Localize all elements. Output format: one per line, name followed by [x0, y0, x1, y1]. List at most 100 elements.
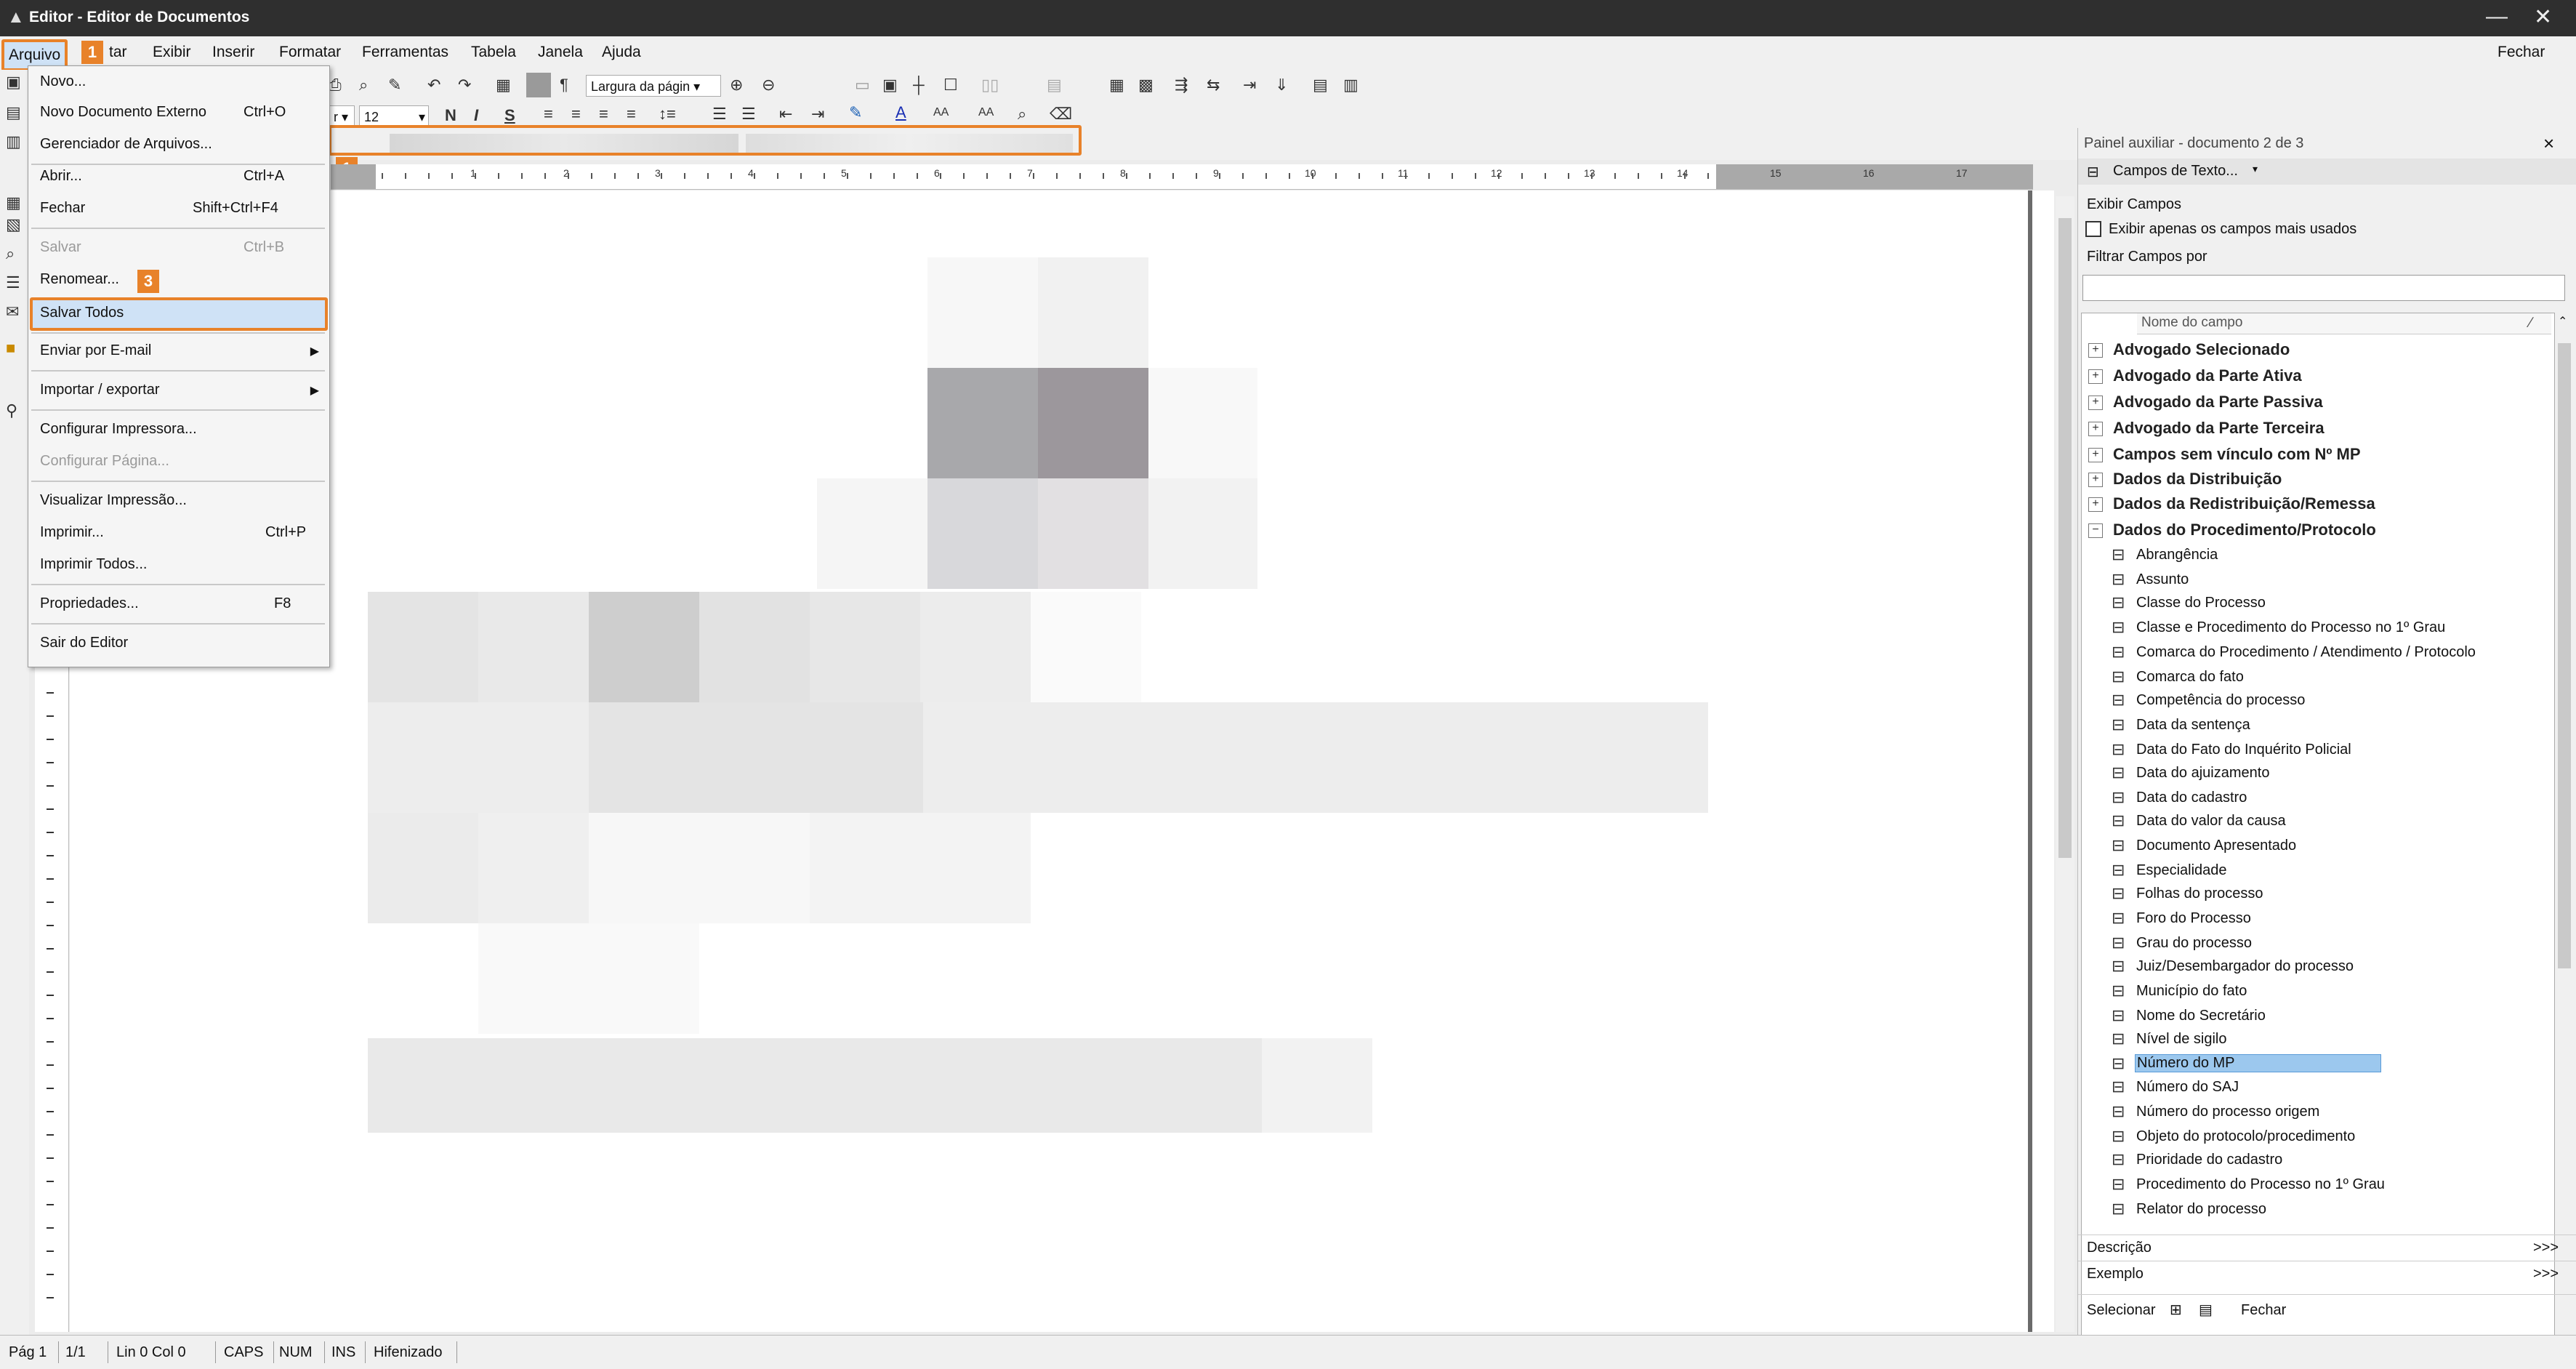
- menu-item-imprimir[interactable]: Imprimir...: [40, 524, 104, 541]
- most-used-checkbox[interactable]: [2085, 221, 2101, 237]
- tree-group[interactable]: Dados da Distribuição: [2113, 470, 2282, 489]
- table-props-icon[interactable]: ▤: [1313, 76, 1328, 95]
- expand-description-button[interactable]: >>>: [2533, 1240, 2559, 1256]
- field-item[interactable]: Comarca do fato: [2136, 669, 2244, 686]
- expand-icon[interactable]: +: [2088, 448, 2103, 462]
- field-item-selected[interactable]: Número do MP: [2135, 1054, 2381, 1072]
- save-icon[interactable]: ▧: [6, 215, 21, 234]
- clear-format-icon[interactable]: ⌫: [1050, 105, 1072, 124]
- tree-group[interactable]: Advogado da Parte Ativa: [2113, 366, 2302, 385]
- document-canvas[interactable]: [70, 190, 2054, 1332]
- align-right-icon[interactable]: ≡: [599, 105, 608, 124]
- sort-icon[interactable]: ∕: [2529, 315, 2532, 332]
- expand-icon[interactable]: +: [2088, 473, 2103, 487]
- import-icon[interactable]: ■: [6, 339, 15, 358]
- close-doc-icon[interactable]: ▦: [6, 193, 21, 212]
- align-center-icon[interactable]: ≡: [571, 105, 581, 124]
- field-item[interactable]: Prioridade do cadastro: [2136, 1152, 2282, 1168]
- indent-icon[interactable]: ⇥: [811, 105, 824, 124]
- field-item[interactable]: Competência do processo: [2136, 692, 2305, 709]
- tree-group[interactable]: Campos sem vínculo com Nº MP: [2113, 445, 2361, 464]
- highlight-color-icon[interactable]: ✎: [849, 103, 862, 122]
- format-painter-icon[interactable]: ✎: [388, 76, 401, 95]
- menu-item-gerenciador[interactable]: Gerenciador de Arquivos...: [40, 136, 212, 153]
- color-swatch-icon[interactable]: [526, 73, 551, 97]
- field-item[interactable]: Nome do Secretário: [2136, 1008, 2266, 1024]
- merge-cells-icon[interactable]: ▦: [1109, 76, 1124, 95]
- line-spacing-icon[interactable]: ↕≡: [659, 105, 676, 124]
- redo-icon[interactable]: ↷: [458, 76, 471, 95]
- field-item[interactable]: Assunto: [2136, 571, 2189, 588]
- zoom-in-icon[interactable]: ⊕: [730, 76, 743, 95]
- pilcrow-icon[interactable]: ¶: [560, 76, 568, 95]
- field-item[interactable]: Abrangência: [2136, 547, 2218, 563]
- horizontal-ruler[interactable]: 1 2 3 4 5 6 7 8 9 10 11 12 13 14 15 16 1…: [331, 164, 2033, 190]
- document-scrollbar[interactable]: [2056, 196, 2074, 1332]
- field-item[interactable]: Município do fato: [2136, 983, 2247, 1000]
- menu-item-salvar[interactable]: Salvar: [40, 239, 81, 256]
- external-doc-icon[interactable]: ▤: [6, 103, 21, 122]
- zoom-select[interactable]: Largura da págin ▾: [586, 75, 721, 97]
- insert-field-icon[interactable]: ⊞: [2170, 1301, 2182, 1319]
- list-icon[interactable]: ☰: [6, 273, 20, 292]
- field-item[interactable]: Data da sentença: [2136, 717, 2250, 734]
- italic-button[interactable]: I: [474, 106, 478, 125]
- menu-item-novo-externo[interactable]: Novo Documento Externo: [40, 104, 206, 121]
- field-item[interactable]: Comarca do Procedimento / Atendimento / …: [2136, 644, 2476, 661]
- shrink-font-icon[interactable]: AA: [978, 106, 994, 119]
- align-left-icon[interactable]: ≡: [544, 105, 553, 124]
- expand-icon[interactable]: +: [2088, 497, 2103, 512]
- grow-font-icon[interactable]: AA: [933, 106, 949, 119]
- field-item[interactable]: Classe e Procedimento do Processo no 1º …: [2136, 619, 2445, 636]
- field-props-icon[interactable]: ▤: [2199, 1301, 2213, 1319]
- scroll-up-icon[interactable]: ⌃: [2558, 314, 2567, 329]
- menu-item-propriedades[interactable]: Propriedades...: [40, 595, 139, 612]
- expand-icon[interactable]: +: [2088, 369, 2103, 384]
- menu-item-salvar-todos[interactable]: Salvar Todos: [40, 305, 124, 321]
- expand-icon[interactable]: +: [2088, 343, 2103, 358]
- expand-icon[interactable]: +: [2088, 396, 2103, 410]
- field-item[interactable]: Data do Fato do Inquérito Policial: [2136, 742, 2351, 758]
- tree-group[interactable]: Advogado Selecionado: [2113, 340, 2290, 359]
- menu-editar[interactable]: tar: [109, 44, 127, 61]
- table-row-icon[interactable]: ▤: [1047, 76, 1062, 95]
- field-item[interactable]: Data do cadastro: [2136, 790, 2247, 806]
- table-grid-icon[interactable]: ▣: [882, 76, 898, 95]
- zoom-out-icon[interactable]: ⊖: [762, 76, 775, 95]
- menu-item-configurar-pagina[interactable]: Configurar Página...: [40, 453, 169, 470]
- field-item[interactable]: Objeto do protocolo/procedimento: [2136, 1128, 2355, 1145]
- justify-icon[interactable]: ≡: [627, 105, 636, 124]
- font-color-icon[interactable]: A: [895, 103, 906, 122]
- minimize-button[interactable]: —: [2486, 4, 2508, 29]
- field-item[interactable]: Classe do Processo: [2136, 595, 2266, 611]
- tree-scrollbar[interactable]: ⌃ ⌄: [2555, 314, 2574, 1357]
- table-border-icon[interactable]: ▭: [855, 76, 870, 95]
- menu-item-importar-exportar[interactable]: Importar / exportar: [40, 382, 160, 398]
- menu-item-renomear[interactable]: Renomear...: [40, 271, 119, 288]
- menu-tabela[interactable]: Tabela: [471, 44, 516, 61]
- file-manager-icon[interactable]: ▥: [6, 132, 21, 151]
- field-item[interactable]: Folhas do processo: [2136, 886, 2263, 902]
- collapse-icon[interactable]: −: [2088, 523, 2103, 538]
- menu-ferramentas[interactable]: Ferramentas: [362, 44, 448, 61]
- menu-ajuda[interactable]: Ajuda: [602, 44, 641, 61]
- field-item[interactable]: Número do processo origem: [2136, 1104, 2319, 1120]
- field-item[interactable]: Relator do processo: [2136, 1201, 2266, 1218]
- menu-item-configurar-impressora[interactable]: Configurar Impressora...: [40, 421, 197, 438]
- tree-column-header[interactable]: Nome do campo ∕: [2137, 313, 2551, 334]
- tree-group[interactable]: Advogado da Parte Terceira: [2113, 419, 2325, 438]
- preview-icon[interactable]: ⌕: [359, 76, 368, 95]
- delete-col-icon[interactable]: ⇓: [1275, 76, 1288, 95]
- numbering-icon[interactable]: ☰: [741, 105, 756, 124]
- select-button[interactable]: Selecionar: [2087, 1302, 2156, 1319]
- field-item[interactable]: Especialidade: [2136, 862, 2227, 879]
- menu-fechar[interactable]: Fechar: [2497, 44, 2545, 61]
- menu-formatar[interactable]: Formatar: [279, 44, 341, 61]
- panel-close-button[interactable]: ×: [2543, 132, 2554, 155]
- menu-inserir[interactable]: Inserir: [212, 44, 254, 61]
- field-item[interactable]: Procedimento do Processo no 1º Grau: [2136, 1176, 2385, 1193]
- menu-item-abrir[interactable]: Abrir...: [40, 168, 82, 185]
- search-replace-icon[interactable]: ⌕: [1018, 105, 1026, 124]
- field-item[interactable]: Foro do Processo: [2136, 910, 2251, 927]
- field-item[interactable]: Documento Apresentado: [2136, 838, 2296, 854]
